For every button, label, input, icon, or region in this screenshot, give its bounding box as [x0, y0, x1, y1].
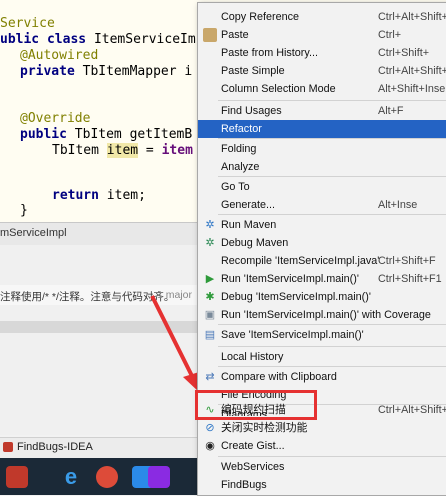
menu-item-debug-maven[interactable]: ✲ Debug Maven: [198, 234, 446, 252]
menu-item-paste[interactable]: Paste Ctrl+: [198, 26, 446, 44]
menu-item-analyze[interactable]: Analyze: [198, 158, 446, 176]
menu-item-debug-main[interactable]: ✱ Debug 'ItemServiceImpl.main()': [198, 288, 446, 306]
menu-separator: [218, 456, 446, 457]
highlight-box: [195, 390, 317, 420]
menu-item-refactor[interactable]: Refactor: [198, 120, 446, 138]
menu-item-go-to[interactable]: Go To: [198, 178, 446, 196]
paste-icon: [203, 28, 217, 42]
menu-separator: [218, 100, 446, 101]
arrow-shaft: [150, 295, 198, 385]
menu-item-save-config[interactable]: ▤ Save 'ItemServiceImpl.main()': [198, 326, 446, 344]
menu-item-folding[interactable]: Folding: [198, 140, 446, 158]
menu-item-copy-reference[interactable]: Copy Reference Ctrl+Alt+Shift+: [198, 8, 446, 26]
compare-icon: ⇄: [205, 371, 215, 383]
menu-separator: [218, 324, 446, 325]
menu-item-recompile[interactable]: Recompile 'ItemServiceImpl.java' Ctrl+Shi…: [198, 252, 446, 270]
menu-item-webservices[interactable]: WebServices: [198, 458, 446, 476]
run-icon: ▶: [205, 273, 215, 285]
menu-item-create-gist[interactable]: ◉ Create Gist...: [198, 437, 446, 455]
context-menu: Copy Reference Ctrl+Alt+Shift+ Paste Ctrl+…: [197, 2, 446, 496]
menu-item-generate[interactable]: Generate... Alt+Inse: [198, 196, 446, 214]
menu-item-compare-clipboard[interactable]: ⇄ Compare with Clipboard: [198, 368, 446, 386]
maven-icon: ✲: [205, 237, 215, 249]
menu-item-column-selection-mode[interactable]: Column Selection Mode Alt+Shift+Inse: [198, 80, 446, 98]
menu-item-run-main[interactable]: ▶ Run 'ItemServiceImpl.main()' Ctrl+Shift+…: [198, 270, 446, 288]
menu-item-findbugs[interactable]: FindBugs: [198, 476, 446, 494]
menu-item-find-usages[interactable]: Find Usages Alt+F: [198, 102, 446, 120]
menu-separator: [218, 176, 446, 177]
maven-icon: ✲: [205, 219, 215, 231]
menu-item-close-realtime-detect[interactable]: ⊘ 关闭实时检测功能: [198, 419, 446, 437]
menu-separator: [218, 214, 446, 215]
menu-item-paste-simple[interactable]: Paste Simple Ctrl+Alt+Shift+: [198, 62, 446, 80]
close-detect-icon: ⊘: [205, 422, 215, 434]
menu-separator: [218, 366, 446, 367]
coverage-icon: ▣: [204, 309, 216, 321]
menu-separator: [218, 138, 446, 139]
menu-item-local-history[interactable]: Local History: [198, 348, 446, 366]
save-icon: ▤: [204, 329, 216, 341]
menu-item-run-maven[interactable]: ✲ Run Maven: [198, 216, 446, 234]
menu-item-run-with-coverage[interactable]: ▣ Run 'ItemServiceImpl.main()' with Cover…: [198, 306, 446, 324]
github-icon: ◉: [205, 440, 215, 452]
menu-separator: [218, 346, 446, 347]
menu-item-paste-from-history[interactable]: Paste from History... Ctrl+Shift+: [198, 44, 446, 62]
debug-icon: ✱: [205, 291, 215, 303]
